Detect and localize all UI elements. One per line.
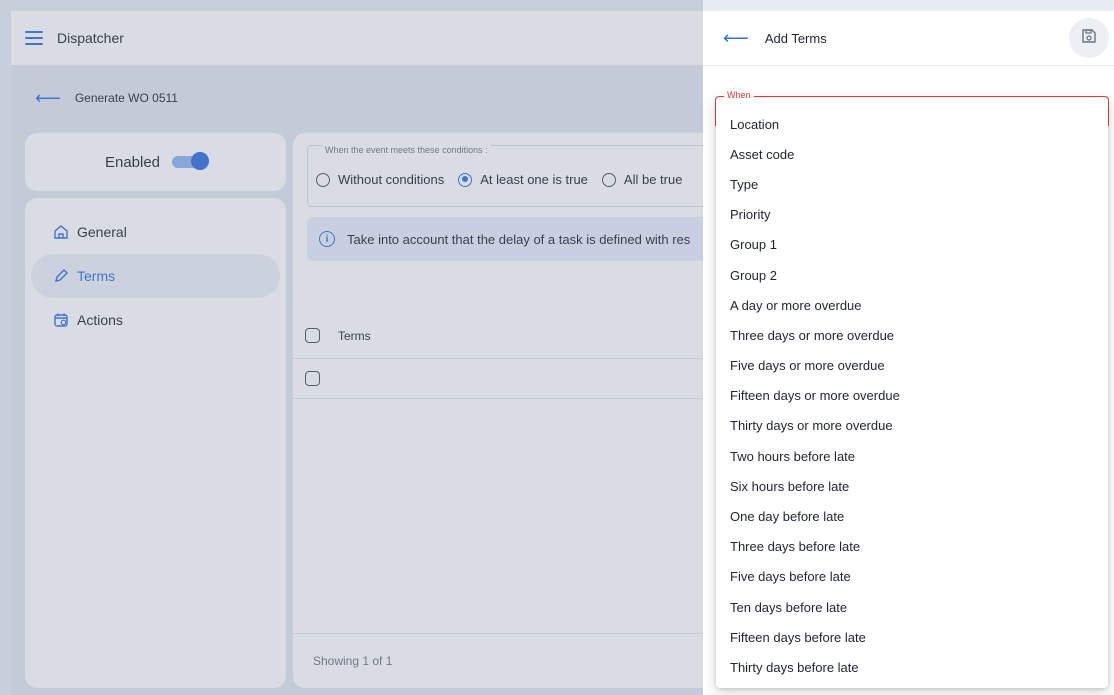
dropdown-option[interactable]: Three days or more overdue xyxy=(716,320,1108,350)
dropdown-option[interactable]: Thirty days or more overdue xyxy=(716,411,1108,441)
dropdown-option[interactable]: Five days before late xyxy=(716,562,1108,592)
dropdown-option[interactable]: Three days before late xyxy=(716,532,1108,562)
save-icon xyxy=(1080,27,1098,50)
back-arrow-icon[interactable]: ⟵ xyxy=(723,28,749,49)
panel-title: Add Terms xyxy=(764,30,827,46)
save-button[interactable] xyxy=(1069,18,1109,58)
dropdown-option[interactable]: Group 2 xyxy=(716,260,1108,290)
dropdown-option[interactable]: Ten days before late xyxy=(716,592,1108,622)
dropdown-option[interactable]: Location xyxy=(716,109,1108,139)
dropdown-option[interactable]: Five days or more overdue xyxy=(716,351,1108,381)
when-dropdown-menu: Location Asset code Type Priority Group … xyxy=(716,98,1108,688)
dropdown-option[interactable]: Fifteen days or more overdue xyxy=(716,381,1108,411)
dropdown-option[interactable]: Thirty days before late xyxy=(716,652,1108,682)
dropdown-option[interactable]: A day or more overdue xyxy=(716,290,1108,320)
dropdown-option[interactable]: Fifteen days before late xyxy=(716,622,1108,652)
dropdown-option[interactable]: Asset code xyxy=(716,139,1108,169)
dropdown-option[interactable]: Type xyxy=(716,169,1108,199)
dropdown-option[interactable]: One day before late xyxy=(716,501,1108,531)
panel-header: ⟵ Add Terms xyxy=(703,11,1114,66)
modal-scrim[interactable] xyxy=(0,0,703,695)
dropdown-option[interactable]: Six hours before late xyxy=(716,471,1108,501)
dropdown-option[interactable]: Group 1 xyxy=(716,230,1108,260)
dropdown-option[interactable]: Priority xyxy=(716,200,1108,230)
dropdown-option[interactable]: Two hours before late xyxy=(716,441,1108,471)
